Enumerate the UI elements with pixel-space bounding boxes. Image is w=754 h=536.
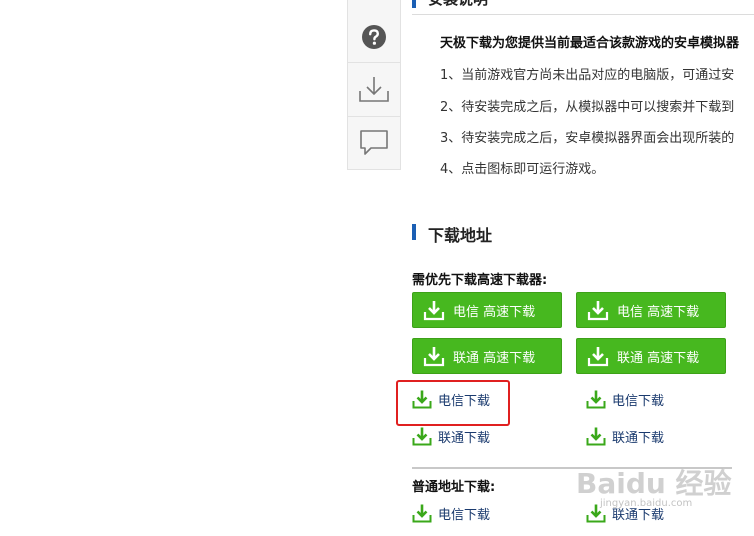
telecom-fast-download-button[interactable]: 电信 高速下载	[576, 292, 726, 328]
download-icon	[359, 77, 389, 102]
download-arrow-icon	[423, 301, 445, 321]
fast-download-label: 需优先下载高速下载器:	[412, 273, 548, 288]
section-divider	[412, 467, 732, 469]
download-arrow-icon	[412, 427, 432, 446]
download-arrow-icon	[586, 504, 606, 523]
download-arrow-icon	[412, 390, 432, 409]
telecom-fast-download-button[interactable]: 电信 高速下载	[412, 292, 562, 328]
help-icon	[362, 25, 386, 49]
download-content: 安装说明 天极下载为您提供当前最适合该款游戏的安卓模拟器 1、当前游戏官方尚未出…	[402, 0, 754, 536]
floating-toolbar	[347, 0, 401, 170]
download-arrow-icon	[587, 301, 609, 321]
link-label: 电信下载	[438, 507, 491, 523]
unicom-normal-download-link[interactable]: 联通下载	[586, 502, 664, 524]
link-label: 电信下载	[612, 393, 665, 409]
help-button[interactable]	[348, 12, 400, 62]
unicom-fast-download-button[interactable]: 联通 高速下载	[412, 338, 562, 374]
normal-download-label: 普通地址下载:	[412, 480, 496, 495]
download-arrow-icon	[587, 347, 609, 367]
button-label: 联通 高速下载	[453, 350, 536, 366]
download-arrow-icon	[423, 347, 445, 367]
guide-step: 2、待安装完成之后，从模拟器中可以搜索并下载到	[440, 100, 735, 115]
guide-step: 3、待安装完成之后，安卓模拟器界面会出现所装的	[440, 131, 735, 146]
download-arrow-icon	[586, 427, 606, 446]
comment-button[interactable]	[348, 116, 400, 169]
heading-marker	[412, 0, 416, 8]
guide-step: 1、当前游戏官方尚未出品对应的电脑版，可通过安	[440, 68, 735, 83]
link-label: 电信下载	[438, 393, 491, 409]
section-marker	[412, 224, 416, 240]
guide-step: 4、点击图标即可运行游戏。	[440, 162, 605, 177]
unicom-download-link[interactable]: 联通下载	[412, 425, 490, 447]
comment-icon	[360, 130, 388, 155]
heading-rule	[412, 14, 754, 15]
telecom-normal-download-link[interactable]: 电信下载	[412, 502, 490, 524]
button-label: 联通 高速下载	[617, 350, 700, 366]
unicom-fast-download-button[interactable]: 联通 高速下载	[576, 338, 726, 374]
download-section-title: 下载地址	[428, 226, 493, 245]
download-arrow-icon	[586, 390, 606, 409]
link-label: 联通下载	[438, 430, 491, 446]
guide-heading: 安装说明	[428, 0, 488, 9]
telecom-download-link[interactable]: 电信下载	[412, 388, 490, 410]
button-label: 电信 高速下载	[617, 304, 700, 320]
download-arrow-icon	[412, 504, 432, 523]
guide-intro: 天极下载为您提供当前最适合该款游戏的安卓模拟器	[440, 36, 740, 51]
telecom-download-link[interactable]: 电信下载	[586, 388, 664, 410]
download-tool-button[interactable]	[348, 62, 400, 115]
link-label: 联通下载	[612, 430, 665, 446]
unicom-download-link[interactable]: 联通下载	[586, 425, 664, 447]
button-label: 电信 高速下载	[453, 304, 536, 320]
link-label: 联通下载	[612, 507, 665, 523]
